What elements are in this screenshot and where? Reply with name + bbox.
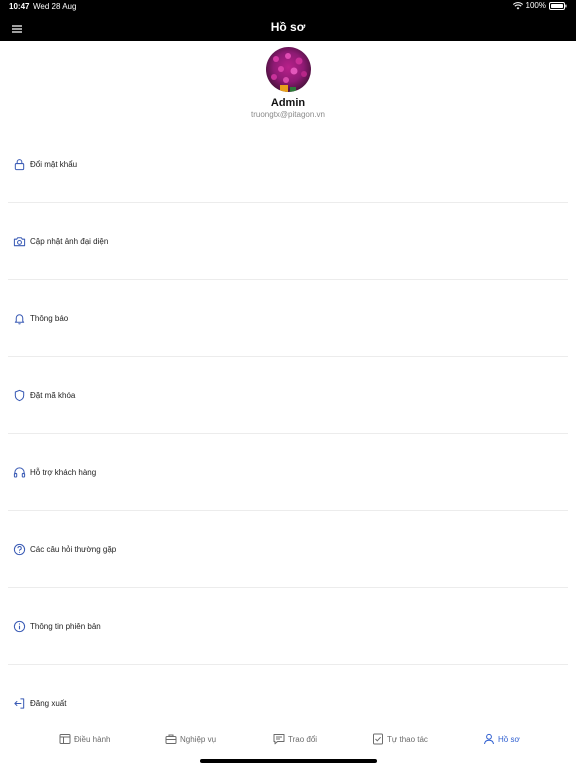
shield-icon (13, 389, 26, 402)
tab-label: Điều hành (74, 734, 111, 744)
profile-name: Admin (270, 97, 306, 109)
tab-label: Trao đổi (288, 734, 318, 744)
checklist-icon (372, 733, 384, 745)
menu-label: Thông báo (30, 313, 69, 323)
status-indicators: 100% (512, 1, 567, 10)
menu-item-set-passcode[interactable]: Đặt mã khóa (8, 357, 568, 434)
user-icon (483, 733, 495, 745)
question-icon (13, 543, 26, 556)
menu-item-version-info[interactable]: Thông tin phiên bản (8, 588, 568, 665)
home-indicator (200, 759, 377, 763)
status-time: 10:47 (9, 2, 30, 11)
menu-label: Đặt mã khóa (30, 390, 76, 400)
tab-dieu-hanh[interactable]: Điều hành (59, 733, 110, 745)
menu-label: Đăng xuất (30, 699, 67, 708)
menu-item-logout[interactable]: Đăng xuất (8, 665, 568, 742)
layout-icon (59, 733, 71, 745)
menu-label: Đổi mật khẩu (30, 159, 78, 169)
avatar[interactable] (265, 47, 311, 92)
battery-percent: 100% (525, 1, 546, 10)
menu-label: Thông tin phiên bản (30, 621, 101, 631)
profile-email: truongtx@pitagon.vn (251, 110, 325, 119)
briefcase-icon (165, 733, 177, 745)
wifi-icon (512, 1, 523, 10)
logout-icon (13, 697, 26, 710)
tab-label: Hồ sơ (498, 734, 520, 744)
menu-item-change-password[interactable]: Đổi mật khẩu (8, 126, 568, 203)
tab-nghiep-vu[interactable]: Nghiệp vụ (165, 733, 216, 745)
menu-item-notifications[interactable]: Thông báo (8, 280, 568, 357)
tab-label: Nghiệp vụ (180, 734, 217, 744)
bottom-tab-bar: Điều hành Nghiệp vụ Trao đổi Tự thao tác… (0, 733, 576, 753)
menu-label: Các câu hỏi thường gặp (30, 544, 117, 554)
top-bar: 10:47 Wed 28 Aug 100% Hồ sơ (0, 0, 576, 41)
settings-menu: Đổi mật khẩu Cập nhật ảnh đại diện Thông… (8, 126, 568, 742)
menu-item-faq[interactable]: Các câu hỏi thường gặp (8, 511, 568, 588)
tab-tu-thao-tac[interactable]: Tự thao tác (372, 733, 428, 745)
menu-label: Cập nhật ảnh đại diện (30, 236, 109, 246)
tab-trao-doi[interactable]: Trao đổi (273, 733, 317, 745)
info-icon (13, 620, 26, 633)
profile-header: Admin truongtx@pitagon.vn (0, 47, 576, 119)
menu-item-customer-support[interactable]: Hỗ trợ khách hàng (8, 434, 568, 511)
menu-item-update-avatar[interactable]: Cập nhật ảnh đại diện (8, 203, 568, 280)
tab-ho-so[interactable]: Hồ sơ (483, 733, 520, 745)
tab-label: Tự thao tác (387, 734, 428, 744)
headset-icon (13, 466, 26, 479)
lock-icon (13, 158, 26, 171)
bell-icon (13, 312, 26, 325)
page-title: Hồ sơ (270, 20, 306, 34)
menu-label: Hỗ trợ khách hàng (30, 467, 97, 477)
battery-icon (549, 1, 567, 10)
camera-icon (13, 235, 26, 248)
chat-icon (273, 733, 285, 745)
status-date: Wed 28 Aug (33, 2, 77, 11)
